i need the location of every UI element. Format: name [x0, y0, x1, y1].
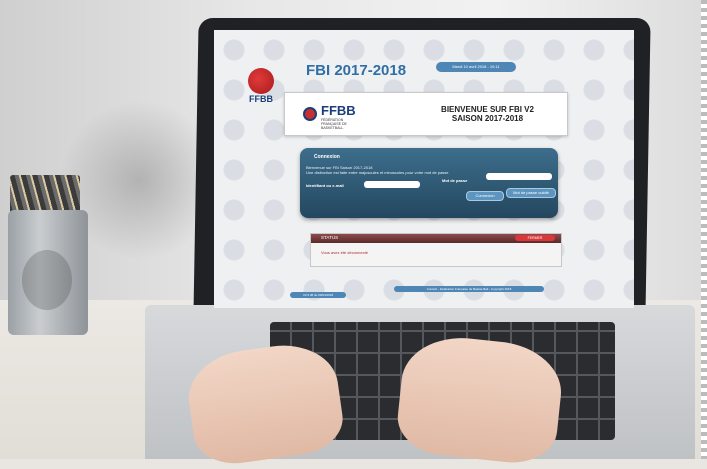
version-badge: V2.5.38 du 09/04/2018	[290, 292, 346, 298]
footer-copyright[interactable]: Contact - Fédération Française de Basket…	[394, 286, 544, 292]
login-info-line2: Une distinction est faite entre majuscul…	[306, 170, 449, 175]
welcome-heading-line1: BIENVENUE SUR FBI V2	[441, 105, 534, 114]
login-panel: Connexion Bienvenue sur FBI Saison 2017-…	[300, 148, 558, 218]
password-label: Mot de passe	[442, 178, 468, 183]
banner-brand: FFBB	[321, 103, 356, 118]
close-button[interactable]: FERMER	[515, 235, 555, 241]
page-title: FBI 2017-2018	[306, 62, 407, 79]
password-input[interactable]	[486, 173, 552, 180]
identifier-label: Identifiant ou e-mail	[306, 183, 344, 188]
login-info: Bienvenue sur FBI Saison 2017-2018 Une d…	[306, 165, 476, 175]
welcome-heading: BIENVENUE SUR FBI V2 SAISON 2017-2018	[415, 105, 560, 123]
laptop-screen: FFBB FBI 2017-2018 Mardi 10 avril 2018 -…	[214, 30, 634, 308]
login-title: Connexion	[314, 154, 340, 160]
logo-text: FFBB	[249, 94, 273, 104]
connect-button[interactable]: Connexion	[466, 191, 504, 201]
welcome-banner: FFBB FÉDÉRATION FRANÇAISE DE BASKETBALL …	[284, 92, 568, 136]
basketball-icon	[248, 68, 274, 94]
federation-name: FÉDÉRATION FRANÇAISE DE BASKETBALL	[321, 118, 347, 130]
status-message: Vous avez été déconnecté	[321, 250, 368, 255]
torn-edge	[701, 0, 707, 459]
federation-logo-icon	[303, 107, 317, 121]
ffbb-logo[interactable]: FFBB	[244, 68, 278, 108]
welcome-heading-line2: SAISON 2017-2018	[451, 114, 524, 123]
pencil-cup	[8, 210, 88, 335]
date-badge: Mardi 10 avril 2018 - 10:11	[436, 62, 516, 72]
forgot-password-button[interactable]: Mot de passe oublié	[506, 188, 556, 198]
cup-decoration	[22, 250, 72, 310]
status-panel: STATUS FERMER Vous avez été déconnecté	[310, 233, 562, 267]
identifier-input[interactable]	[364, 181, 420, 188]
status-header: STATUS FERMER	[311, 234, 561, 243]
status-title: STATUS	[321, 235, 339, 240]
